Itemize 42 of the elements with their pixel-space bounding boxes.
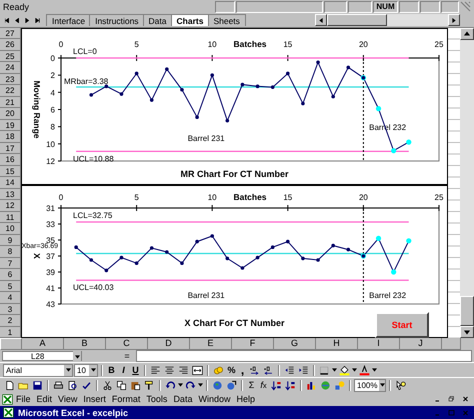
axis-label: 0	[58, 192, 64, 202]
status-indicator: NUM	[373, 0, 398, 13]
axis-label: 12	[46, 156, 55, 166]
axis-label: 31	[46, 204, 55, 213]
axis-label: 0	[58, 40, 64, 49]
axis-label: 10	[46, 140, 55, 149]
region-label: Barrel 231	[188, 134, 225, 143]
axis-label: 41	[46, 284, 55, 293]
window-title: Microsoft Excel - excelpic	[18, 408, 130, 418]
axis-label: 25	[434, 40, 444, 49]
axis-label: 8	[50, 122, 55, 132]
axis-label: 15	[283, 40, 292, 49]
axis-label: 15	[283, 192, 292, 202]
axis-label: 20	[358, 40, 368, 49]
region-label: Barrel 232	[369, 290, 406, 300]
axis-label: 6	[50, 105, 55, 114]
axis-label: 37	[46, 252, 55, 261]
axis-label: 25	[434, 192, 444, 202]
limit-label: LCL=0	[73, 46, 97, 56]
chart-title: X Chart For CT Number	[184, 318, 284, 328]
axis-title: X	[32, 252, 42, 259]
axis-title: Batches	[233, 192, 267, 202]
axis-label: 39	[46, 268, 55, 277]
axis-label: 10	[208, 40, 217, 49]
limit-label: MRbar=3.38	[64, 76, 108, 86]
axis-label: 20	[358, 192, 368, 202]
axis-label: 5	[134, 40, 139, 49]
axis-label: 5	[134, 192, 139, 202]
axis-label: 43	[46, 300, 55, 309]
limit-label: LCL=32.75	[73, 210, 112, 220]
axis-label: 10	[208, 192, 217, 202]
limit-label: UCL=40.03	[73, 283, 114, 292]
axis-label: 33	[46, 220, 55, 229]
axis-label: 0	[50, 54, 55, 63]
region-label: Barrel 231	[188, 290, 225, 300]
axis-label: 4	[50, 88, 55, 98]
chart-title: MR Chart For CT Number	[180, 168, 288, 179]
axis-title: Moving Range	[32, 80, 42, 138]
axis-title: Batches	[233, 38, 267, 49]
limit-label: UCL=10.88	[73, 154, 114, 164]
axis-label: 2	[50, 70, 55, 80]
status-text: Ready	[3, 2, 30, 12]
